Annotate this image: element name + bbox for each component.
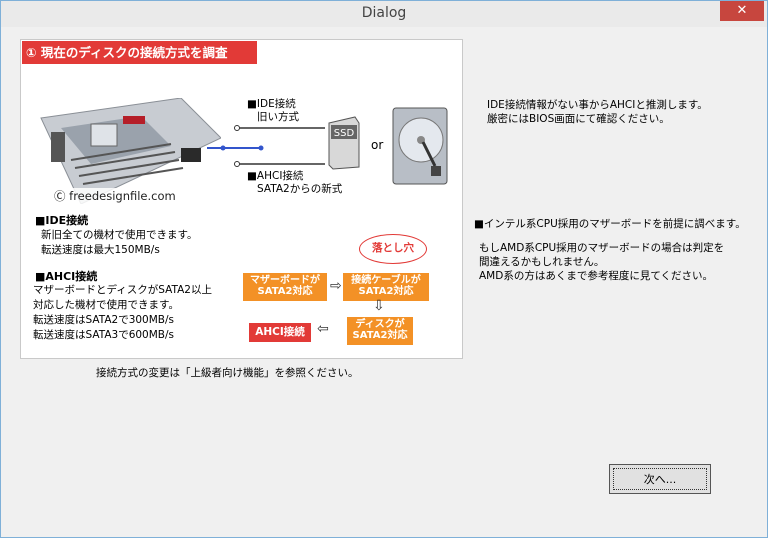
caption-text: 接続方式の変更は「上級者向け機能」を参照ください。 <box>96 367 359 379</box>
arrow-left-icon: ⇦ <box>317 321 329 337</box>
ahci-label: ■AHCI接続 SATA2からの新式 <box>247 170 343 195</box>
ide-section-text: 新旧全ての機材で使用できます。 転送速度は最大150MB/s <box>41 229 198 256</box>
side-note-2: ■インテル系CPU採用のマザーボードを前提に調べます。 <box>474 218 746 230</box>
arrow-right-icon: ⇨ <box>330 278 342 294</box>
ahci-section-title: ■AHCI接続 <box>35 270 98 283</box>
arrow-down-icon: ⇩ <box>373 298 385 314</box>
window-title: Dialog <box>361 5 407 21</box>
pitfall-bubble: 落とし穴 <box>359 234 427 264</box>
next-button[interactable]: 次へ... <box>609 464 711 494</box>
dialog-window: Dialog ✕ ① 現在のディスクの接続方式を調査 Ⓒ freedesignf… <box>0 0 768 538</box>
ssd-icon: SSD <box>328 116 360 170</box>
ide-label: ■IDE接続 旧い方式 <box>247 98 299 123</box>
illustration-panel: ① 現在のディスクの接続方式を調査 Ⓒ freedesignfile.com ■… <box>20 39 463 359</box>
disk-box: ディスクが SATA2対応 <box>347 317 413 345</box>
ahci-section-text: マザーボードとディスクがSATA2以上 対応した機材で使用できます。 転送速度は… <box>33 284 212 341</box>
cable-box: 接続ケーブルが SATA2対応 <box>343 273 429 301</box>
ide-section-title: ■IDE接続 <box>35 214 89 227</box>
next-button-label: 次へ... <box>613 468 707 490</box>
side-note-1: IDE接続情報がない事からAHCIと推測します。 厳密にはBIOS画面にて確認く… <box>487 99 708 125</box>
ssd-label: SSD <box>334 128 355 139</box>
or-label: or <box>371 138 384 152</box>
ahci-result-box: AHCI接続 <box>249 323 311 342</box>
motherboard-box: マザーボードが SATA2対応 <box>243 273 327 301</box>
copyright-text: Ⓒ freedesignfile.com <box>51 188 179 204</box>
panel-heading: ① 現在のディスクの接続方式を調査 <box>22 41 257 64</box>
close-button[interactable]: ✕ <box>720 1 764 21</box>
hdd-icon <box>392 107 448 185</box>
close-icon: ✕ <box>736 3 748 18</box>
side-note-3: もしAMD系CPU採用のマザーボードの場合は判定を 間違えるかもしれません。 A… <box>479 242 725 282</box>
title-bar[interactable]: Dialog ✕ <box>1 1 767 27</box>
